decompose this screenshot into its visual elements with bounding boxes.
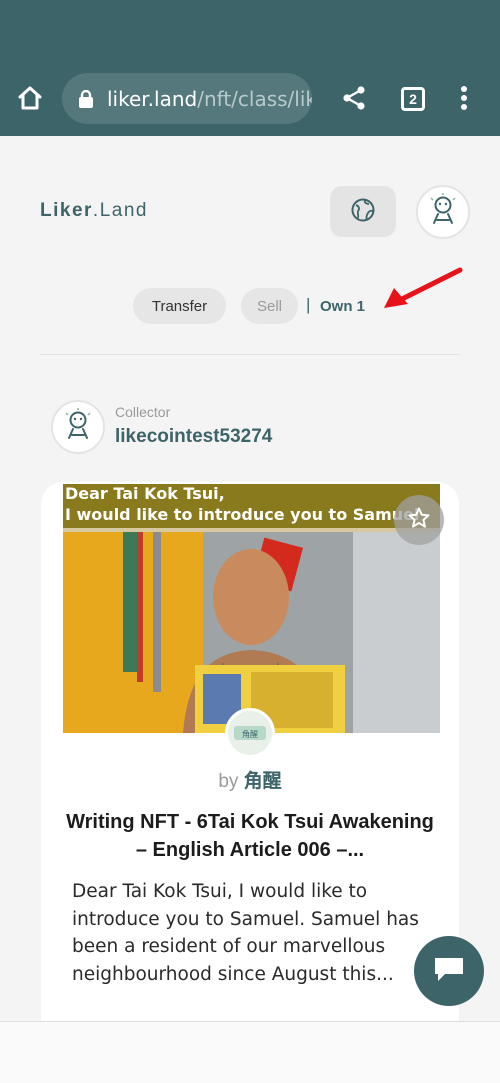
language-button[interactable] xyxy=(330,186,396,237)
description-line: neighbourhood since August this... xyxy=(72,963,394,985)
address-bar[interactable]: liker.land/nft/class/lik xyxy=(62,73,312,124)
user-avatar-button[interactable] xyxy=(416,185,470,239)
description-line: Dear Tai Kok Tsui, I would like to xyxy=(72,881,368,902)
nft-card[interactable]: Dear Tai Kok Tsui, I would like to intro… xyxy=(41,482,459,1021)
by-prefix: by xyxy=(218,771,244,792)
user-avatar-icon xyxy=(423,190,463,234)
globe-icon xyxy=(350,197,376,227)
browser-toolbar: liker.land/nft/class/lik 2 xyxy=(0,0,500,136)
nft-title[interactable]: Writing NFT - 6Tai Kok Tsui Awakening – … xyxy=(65,808,435,864)
liker-land-logo[interactable]: Liker.Land xyxy=(40,200,148,222)
more-vert-icon[interactable] xyxy=(448,82,480,114)
nft-description: Dear Tai Kok Tsui, I would like to intro… xyxy=(72,878,428,988)
url-path: /nft/class/lik xyxy=(197,86,312,111)
chat-icon xyxy=(433,954,465,988)
collector-avatar[interactable] xyxy=(51,400,105,454)
bottom-bar xyxy=(0,1021,500,1083)
author-line: by 角醒 xyxy=(41,766,459,793)
user-avatar-icon xyxy=(58,405,98,449)
sell-button[interactable]: Sell xyxy=(241,288,298,324)
page-content: Liker.Land Transfer Sell | Own 1 Collect… xyxy=(0,136,500,1021)
own-count: Own 1 xyxy=(320,298,366,315)
home-icon[interactable] xyxy=(14,82,46,114)
author-avatar[interactable]: 角醒 xyxy=(225,708,275,758)
url-text: liker.land/nft/class/lik xyxy=(107,87,312,111)
transfer-button[interactable]: Transfer xyxy=(133,288,226,324)
nft-cover-image[interactable]: Dear Tai Kok Tsui, I would like to intro… xyxy=(63,484,440,733)
bookmark-button[interactable] xyxy=(394,495,444,545)
chat-button[interactable] xyxy=(414,936,484,1006)
cover-photo xyxy=(63,532,440,733)
collector-name[interactable]: likecointest53274 xyxy=(115,426,272,448)
logo-main: Liker xyxy=(40,200,93,221)
collector-label: Collector xyxy=(115,404,171,420)
image-caption-line1: Dear Tai Kok Tsui, xyxy=(65,484,225,503)
divider xyxy=(40,354,460,355)
separator: | xyxy=(306,295,311,314)
star-icon xyxy=(407,506,431,534)
share-icon[interactable] xyxy=(338,82,370,114)
logo-dot: . xyxy=(92,200,100,221)
tab-switcher-icon[interactable]: 2 xyxy=(401,87,425,111)
lock-icon xyxy=(79,89,93,108)
author-name[interactable]: 角醒 xyxy=(244,771,282,792)
logo-land: Land xyxy=(99,200,148,221)
description-line: been a resident of our marvellous xyxy=(72,936,386,957)
image-caption-line2: I would like to introduce you to Samuel xyxy=(65,505,420,524)
red-annotation-arrow xyxy=(384,267,463,308)
svg-text:角醒: 角醒 xyxy=(242,729,258,739)
url-domain: liker.land xyxy=(107,86,198,111)
description-line: introduce you to Samuel. Samuel has xyxy=(72,908,419,930)
